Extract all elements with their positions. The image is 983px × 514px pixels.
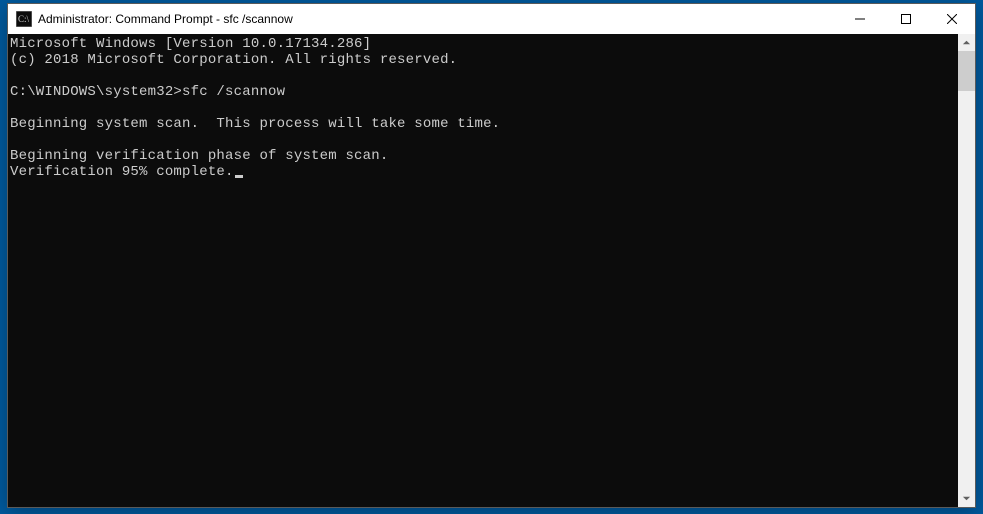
scroll-down-button[interactable]: [958, 490, 975, 507]
console-line: (c) 2018 Microsoft Corporation. All righ…: [10, 52, 457, 68]
svg-text:C:\: C:\: [18, 14, 30, 24]
console-line: Microsoft Windows [Version 10.0.17134.28…: [10, 36, 371, 52]
console-output[interactable]: Microsoft Windows [Version 10.0.17134.28…: [8, 34, 958, 507]
text-cursor: [235, 175, 243, 178]
close-button[interactable]: [929, 4, 975, 34]
command-text: sfc /scannow: [182, 84, 285, 100]
prompt: C:\WINDOWS\system32>: [10, 84, 182, 100]
vertical-scrollbar[interactable]: [958, 34, 975, 507]
console-line: Beginning verification phase of system s…: [10, 148, 388, 164]
cmd-icon: C:\: [16, 11, 32, 27]
window-title: Administrator: Command Prompt - sfc /sca…: [38, 12, 837, 26]
titlebar[interactable]: C:\ Administrator: Command Prompt - sfc …: [8, 4, 975, 34]
client-area: Microsoft Windows [Version 10.0.17134.28…: [8, 34, 975, 507]
prompt-line: C:\WINDOWS\system32>sfc /scannow: [10, 84, 285, 100]
window-controls: [837, 4, 975, 34]
scroll-thumb[interactable]: [958, 51, 975, 91]
maximize-button[interactable]: [883, 4, 929, 34]
scroll-up-button[interactable]: [958, 34, 975, 51]
scroll-track[interactable]: [958, 51, 975, 490]
console-line: Verification 95% complete.: [10, 164, 243, 180]
minimize-button[interactable]: [837, 4, 883, 34]
command-prompt-window: C:\ Administrator: Command Prompt - sfc …: [7, 3, 976, 508]
console-line: Beginning system scan. This process will…: [10, 116, 500, 132]
progress-text: Verification 95% complete.: [10, 164, 234, 180]
